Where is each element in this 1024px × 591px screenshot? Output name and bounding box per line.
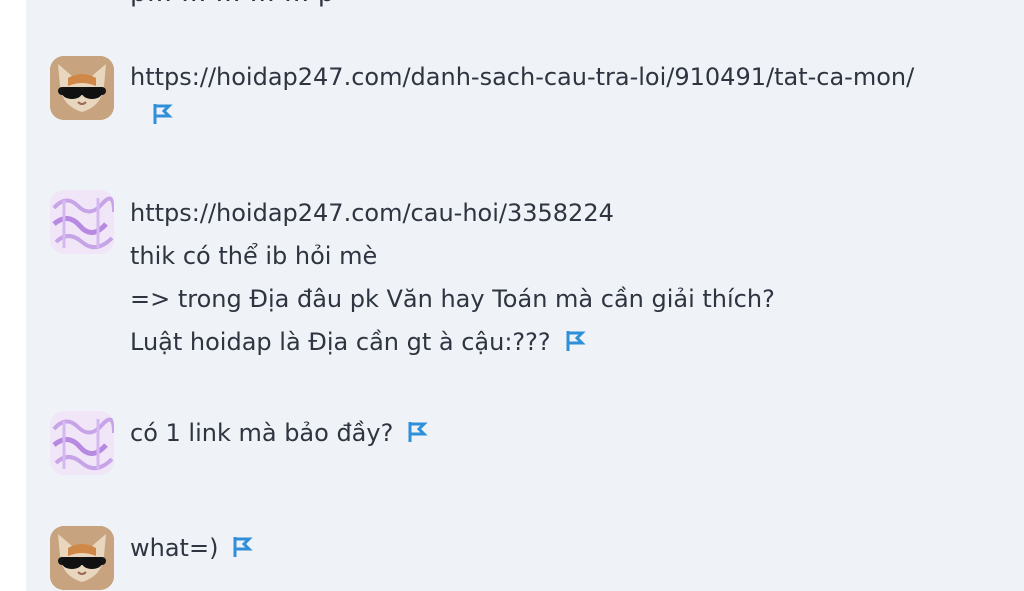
message-text: Luật hoidap là Địa cần gt à cậu:??? xyxy=(130,328,551,356)
previous-message-cutoff: p… … … … … p xyxy=(130,0,334,8)
message-content: https://hoidap247.com/cau-hoi/3358224 th… xyxy=(130,192,1024,364)
cat-sunglasses-avatar[interactable] xyxy=(50,56,114,120)
flag-report-icon[interactable] xyxy=(150,97,174,124)
cat-sunglasses-avatar[interactable] xyxy=(50,526,114,590)
message-link[interactable]: https://hoidap247.com/danh-sach-cau-tra-… xyxy=(130,56,1024,99)
message-link[interactable]: https://hoidap247.com/cau-hoi/3358224 xyxy=(130,192,1024,235)
chat-message: https://hoidap247.com/danh-sach-cau-tra-… xyxy=(50,56,1024,136)
cat-sunglasses-icon xyxy=(50,526,114,590)
chat-message: có 1 link mà bảo đầy? xyxy=(50,411,1024,475)
chat-screen: https://hoidap247.com/danh-sach-cau-tra-… xyxy=(0,0,1024,591)
message-content: https://hoidap247.com/danh-sach-cau-tra-… xyxy=(130,56,1024,124)
message-line-last: Luật hoidap là Địa cần gt à cậu:??? xyxy=(130,321,1024,364)
flag-report-icon[interactable] xyxy=(230,530,254,557)
flag-report-icon[interactable] xyxy=(405,415,429,442)
purple-scribble-avatar[interactable] xyxy=(50,190,114,254)
purple-scribble-icon xyxy=(50,411,114,475)
chat-message: https://hoidap247.com/cau-hoi/3358224 th… xyxy=(50,190,1024,366)
message-line-last: có 1 link mà bảo đầy? xyxy=(130,412,1024,455)
message-text: what=) xyxy=(130,534,219,562)
chat-message: what=) xyxy=(50,526,1024,590)
message-line-last: what=) xyxy=(130,527,1024,570)
cat-sunglasses-icon xyxy=(50,56,114,120)
flag-report-icon[interactable] xyxy=(563,324,587,351)
purple-scribble-icon xyxy=(50,190,114,254)
message-content: what=) xyxy=(130,527,1024,570)
purple-scribble-avatar[interactable] xyxy=(50,411,114,475)
message-text: có 1 link mà bảo đầy? xyxy=(130,419,394,447)
message-line: thik có thể ib hỏi mè xyxy=(130,242,378,270)
message-line: => trong Địa đâu pk Văn hay Toán mà cần … xyxy=(130,285,775,313)
message-content: có 1 link mà bảo đầy? xyxy=(130,412,1024,455)
